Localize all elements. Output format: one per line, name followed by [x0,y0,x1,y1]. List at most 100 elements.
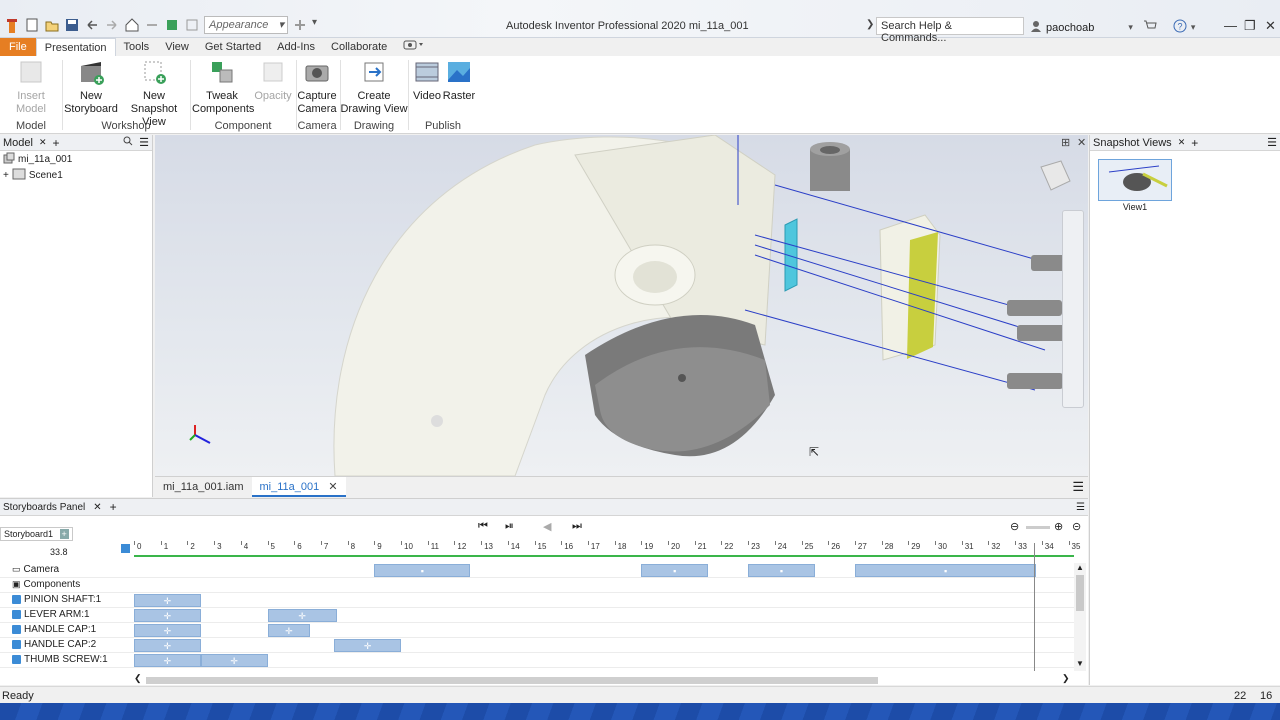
video-button[interactable]: Video [410,58,444,103]
save-icon[interactable] [64,17,80,33]
track-row-camera[interactable]: ▭ Camera ▪ ▪ ▪ ▪ [0,563,1074,578]
open-folder-icon[interactable] [44,17,60,33]
vertical-scrollbar[interactable]: ▲ ▼ [1074,563,1086,671]
track-row[interactable]: LEVER ARM:1 ✛ ✛ [0,608,1074,623]
close-icon[interactable]: ✕ [1077,136,1086,149]
play-reverse-icon[interactable]: ◀ [543,520,551,533]
minimize-icon[interactable]: — [1224,18,1237,33]
user-menu[interactable]: paochoab ▾ ? ▾ [1030,19,1195,36]
zoom-in-icon[interactable]: ⊕ [1054,520,1063,533]
tab-presentation-doc[interactable]: mi_11a_001 ✕ [251,477,346,497]
inventor-logo-icon[interactable] [4,17,20,33]
tab-get-started[interactable]: Get Started [197,38,269,56]
scroll-right-icon[interactable]: ❯ [1062,673,1070,684]
time-ruler[interactable]: 0 1 2 3 4 5 6 7 8 9 10 11 12 13 14 15 16 17 18 19 20 21 22 23 24… [134,541,1080,557]
ribbon-options-icon[interactable] [395,38,433,56]
home-icon[interactable] [124,17,140,33]
scroll-thumb[interactable] [146,677,878,684]
tweak-action-bar[interactable]: ✛ [267,624,311,637]
camera-action-bar[interactable]: ▪ [854,564,1037,577]
track-row[interactable]: THUMB SCREW:1 ✛ ✛ [0,653,1074,668]
close-icon[interactable]: ✕ [39,137,47,148]
zoom-out-icon[interactable]: ⊖ [1010,520,1019,533]
snapshot-thumbnail[interactable] [1098,159,1172,201]
help-icon[interactable]: ? [1173,19,1187,36]
tweak-action-bar[interactable]: ✛ [134,624,201,637]
track-row-group[interactable]: ▣ Components [0,578,1074,593]
search-icon[interactable] [123,136,133,149]
undo-icon[interactable] [84,17,100,33]
new-snapshot-view-button[interactable]: New Snapshot View [120,58,188,129]
tweak-action-bar[interactable]: ✛ [134,639,201,652]
track-row[interactable]: HANDLE CAP:1 ✛ ✛ [0,623,1074,638]
update-icon[interactable] [164,17,180,33]
close-icon[interactable]: ✕ [328,481,337,493]
add-icon[interactable]: + [1191,136,1198,150]
capture-camera-button[interactable]: Capture Camera [296,58,338,116]
return-icon[interactable] [144,17,160,33]
go-to-start-icon[interactable]: ⏮ [478,520,488,533]
add-icon[interactable] [292,17,308,33]
new-storyboard-button[interactable]: New Storyboard [64,58,118,116]
raster-button[interactable]: Raster [442,58,476,103]
chevron-right-icon[interactable]: ❯ [866,19,874,30]
tree-item-scene[interactable]: + Scene1 [0,167,152,183]
track-row[interactable]: PINION SHAFT:1 ✛ [0,593,1074,608]
viewcube-icon[interactable] [1039,163,1069,193]
tweak-action-bar[interactable]: ✛ [334,639,401,652]
graphics-viewport[interactable]: ⊞ ✕ ⇱ [155,135,1088,476]
scroll-left-icon[interactable]: ❮ [134,673,142,684]
play-pause-icon[interactable]: ⏯ [505,520,514,533]
tree-item-root[interactable]: mi_11a_001 [0,151,152,167]
scroll-thumb[interactable] [1076,575,1084,611]
menu-icon[interactable]: ☰ [139,136,149,149]
tab-tools[interactable]: Tools [116,38,158,56]
tab-collaborate[interactable]: Collaborate [323,38,395,56]
tab-view[interactable]: View [157,38,197,56]
close-icon[interactable]: ✕ [1265,18,1276,34]
navigation-bar[interactable] [1062,210,1084,408]
track-row[interactable]: HANDLE CAP:2 ✛ ✛ [0,638,1074,653]
tweak-action-bar[interactable]: ✛ [134,654,201,667]
maximize-icon[interactable]: ⊞ [1061,136,1070,149]
zoom-fit-icon[interactable]: ⊝ [1072,520,1081,533]
restore-icon[interactable]: ❐ [1244,18,1256,34]
select-icon[interactable] [184,17,200,33]
appearance-dropdown[interactable]: Appearance [204,16,288,34]
close-icon[interactable]: ✕ [93,502,101,513]
opacity-button[interactable]: Opacity [252,58,294,103]
camera-action-bar[interactable]: ▪ [374,564,471,577]
tweak-action-bar[interactable]: ✛ [267,609,337,622]
search-input[interactable]: Search Help & Commands... [876,17,1024,44]
menu-icon[interactable]: ☰ [1267,136,1277,149]
tweak-action-bar[interactable]: ✛ [134,609,201,622]
expand-icon[interactable]: + [3,170,9,181]
cart-icon[interactable] [1143,20,1157,35]
add-storyboard-icon[interactable]: + [59,529,69,539]
add-icon[interactable]: + [110,500,117,514]
tab-assembly-doc[interactable]: mi_11a_001.iam [155,477,252,497]
menu-icon[interactable]: ☰ [1072,479,1084,495]
tab-add-ins[interactable]: Add-Ins [269,38,323,56]
new-file-icon[interactable] [24,17,40,33]
zoom-slider[interactable] [1026,526,1050,529]
add-icon[interactable]: + [53,136,60,150]
tweak-action-bar[interactable]: ✛ [134,594,201,607]
tweak-action-bar[interactable]: ✛ [200,654,268,667]
scroll-down-icon[interactable]: ▼ [1076,659,1084,668]
customize-dropdown-icon[interactable]: ▾ [312,17,328,33]
horizontal-scrollbar[interactable]: ❮ ❯ [134,673,1074,685]
menu-icon[interactable]: ☰ [1076,502,1085,513]
tab-file[interactable]: File [0,38,36,56]
camera-action-bar[interactable]: ▪ [748,564,815,577]
camera-action-bar[interactable]: ▪ [641,564,709,577]
close-icon[interactable]: ✕ [1178,137,1186,148]
go-to-end-icon[interactable]: ⏭ [572,520,582,533]
create-drawing-view-button[interactable]: Create Drawing View [340,58,408,116]
tweak-components-button[interactable]: Tweak Components [192,58,254,116]
storyboard-tab[interactable]: Storyboard1 + [0,527,73,541]
tab-presentation[interactable]: Presentation [35,38,116,56]
scroll-up-icon[interactable]: ▲ [1076,563,1084,572]
redo-icon[interactable] [104,17,120,33]
insert-model-button[interactable]: Insert Model [2,58,60,116]
